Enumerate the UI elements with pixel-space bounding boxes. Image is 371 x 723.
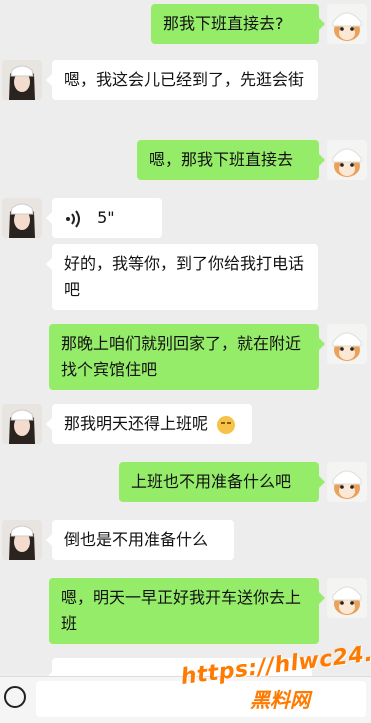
message-bubble-received[interactable]: 倒也是不用准备什么 [46,520,234,560]
girl-avatar-icon [2,404,42,444]
message-text: 嗯，明天一早正好我开车送你去上班 [61,588,302,633]
message-text: 那我下班直接去? [163,14,284,33]
message-bubble-received[interactable]: 好的，我等你，到了你给我打电话吧 [46,244,318,310]
girl-avatar-icon [2,60,42,100]
message-bubble-sent[interactable]: 那我下班直接去? [151,4,325,44]
my-avatar[interactable] [327,4,367,44]
contact-avatar[interactable] [2,520,42,560]
contact-avatar[interactable] [2,60,42,100]
message-text: 上班也不用准备什么吧 [131,472,292,491]
voice-message-bubble[interactable]: 5" [46,198,162,238]
message-text: 好的，我等你，到了你给我打电话吧 [64,254,305,299]
message-bubble-sent[interactable]: 嗯，那我下班直接去 [137,140,325,180]
message-text: 嗯，我这会儿已经到了，先逛会街 [64,70,305,89]
message-text: 那晚上咱们就别回家了，就在附近找个宾馆住吧 [61,334,302,379]
message-text: 那我明天还得上班呢 [64,414,209,433]
my-avatar[interactable] [327,140,367,180]
voice-wave-icon [66,209,80,228]
chat-area: 那我下班直接去? 嗯，我这会儿已经到了，先逛会街 嗯，那我下班直接去 5" 好的… [0,0,371,676]
cat-avatar-icon [327,578,367,618]
cat-avatar-icon [327,324,367,364]
message-bubble-received[interactable]: 那我明天还得上班呢 [46,404,252,444]
cat-avatar-icon [327,4,367,44]
message-bubble-received[interactable]: 嗯，我这会儿已经到了，先逛会街 [46,60,318,100]
my-avatar[interactable] [327,324,367,364]
voice-duration: 5" [97,208,115,227]
voice-input-icon[interactable] [4,686,26,708]
contact-avatar[interactable] [2,198,42,238]
my-avatar[interactable] [327,578,367,618]
my-avatar[interactable] [327,462,367,502]
message-bubble-sent[interactable]: 那晚上咱们就别回家了，就在附近找个宾馆住吧 [49,324,325,390]
message-text: 嗯，那我下班直接去 [149,150,294,169]
cat-avatar-icon [327,462,367,502]
message-bubble-sent[interactable]: 上班也不用准备什么吧 [119,462,325,502]
watermark-site: 黑料网 [250,688,310,712]
message-text: 倒也是不用准备什么 [64,530,209,549]
message-bubble-sent[interactable]: 嗯，明天一早正好我开车送你去上班 [49,578,325,644]
cat-avatar-icon [327,140,367,180]
girl-avatar-icon [2,198,42,238]
girl-avatar-icon [2,520,42,560]
contact-avatar[interactable] [2,404,42,444]
annoyed-face-emoji [217,415,236,434]
